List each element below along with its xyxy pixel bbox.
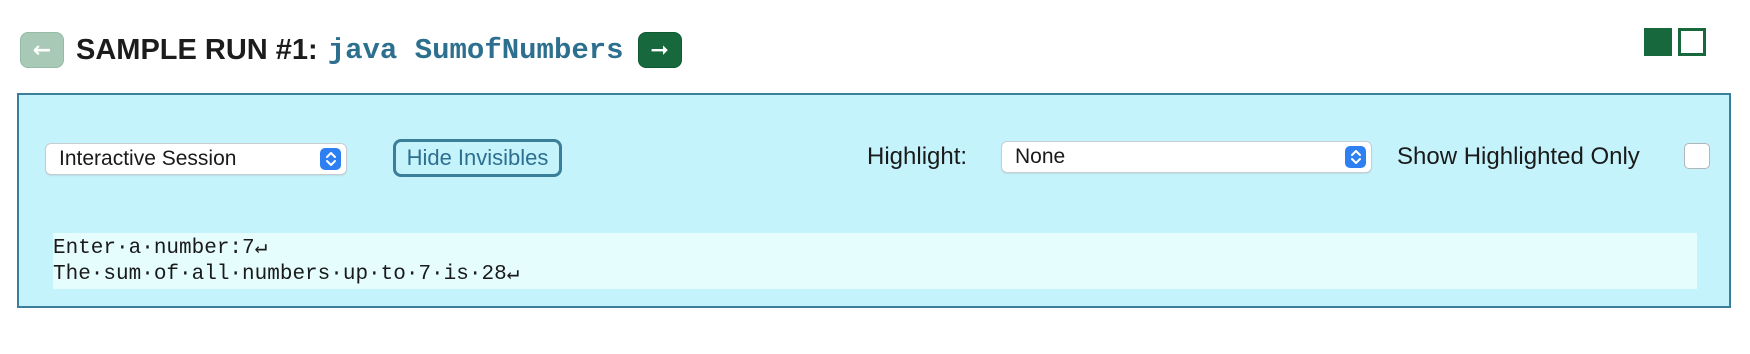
arrow-right-icon: ➞ (650, 37, 669, 63)
highlight-select-value: None (1015, 145, 1066, 168)
hide-invisibles-button[interactable]: Hide Invisibles (393, 139, 562, 177)
sample-run-page: ← SAMPLE RUN #1: java SumofNumbers ➞ Int… (0, 0, 1750, 354)
highlight-select[interactable]: None (1001, 141, 1372, 173)
sample-run-panel: Interactive Session Hide Invisibles High… (17, 93, 1731, 308)
show-highlighted-only-checkbox[interactable] (1684, 143, 1710, 169)
output-line: The·sum·of·all·numbers·up·to·7·is·28↵ (53, 263, 520, 286)
sample-run-header: ← SAMPLE RUN #1: java SumofNumbers ➞ (20, 31, 682, 69)
arrow-left-icon: ← (32, 37, 52, 63)
program-output: Enter·a·number:7↵ The·sum·of·all·numbers… (53, 233, 1697, 289)
square-filled-icon[interactable] (1644, 28, 1672, 56)
highlight-label: Highlight: (867, 143, 968, 170)
show-highlighted-only-label: Show Highlighted Only (1397, 143, 1640, 170)
output-line: Enter·a·number:7↵ (53, 237, 268, 260)
view-toggle (1644, 28, 1706, 56)
session-select-value: Interactive Session (59, 147, 237, 170)
select-chevron-icon (1345, 146, 1366, 168)
previous-run-button[interactable]: ← (20, 32, 64, 68)
run-command: java SumofNumbers (327, 33, 624, 67)
select-chevron-icon (320, 148, 341, 170)
next-run-button[interactable]: ➞ (637, 32, 682, 68)
session-select[interactable]: Interactive Session (45, 143, 347, 175)
sample-run-title: SAMPLE RUN #1: (76, 33, 318, 66)
square-outline-icon[interactable] (1678, 28, 1706, 56)
